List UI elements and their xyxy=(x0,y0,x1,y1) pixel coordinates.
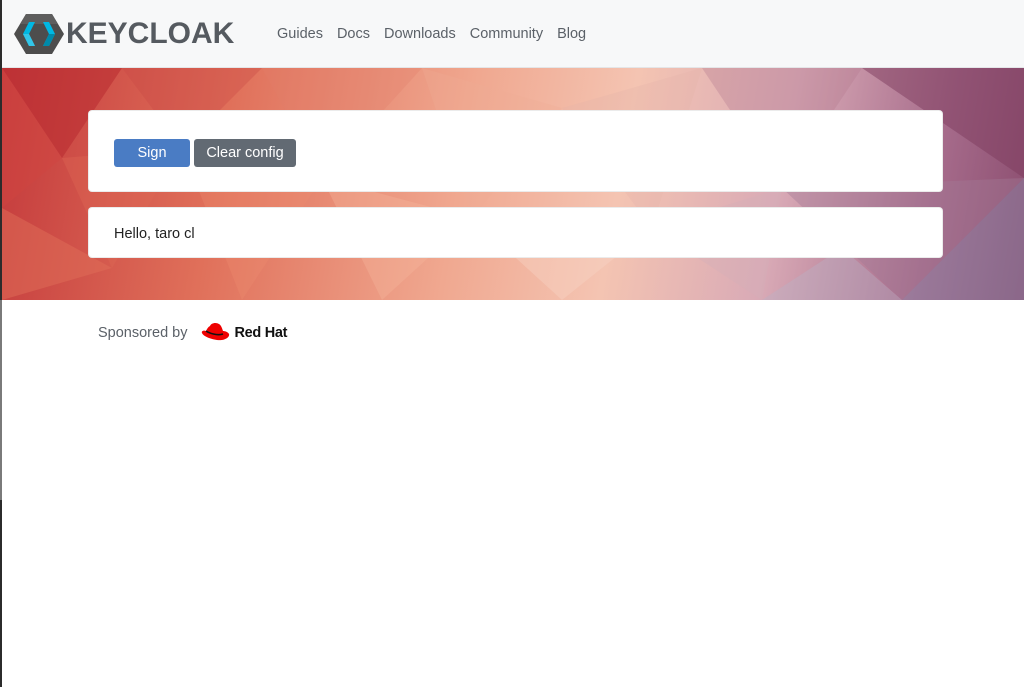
brand-logo[interactable]: KEYCLOAK xyxy=(14,12,234,56)
keycloak-logo-icon xyxy=(14,14,64,54)
sign-out-button[interactable]: Sign out xyxy=(114,139,190,189)
clear-config-button[interactable]: Clear config xyxy=(194,139,296,167)
brand-name: KEYCLOAK xyxy=(66,17,235,50)
hero-banner: Sign out Clear config Hello, taro cl xyxy=(2,68,1024,300)
nav-item-blog[interactable]: Blog xyxy=(550,24,593,44)
nav-item-downloads[interactable]: Downloads xyxy=(377,24,463,44)
actions-card: Sign out Clear config xyxy=(88,110,943,192)
page: KEYCLOAK Guides Docs Downloads Community… xyxy=(0,0,1024,687)
sponsor-name: Red Hat xyxy=(234,325,288,341)
navbar: KEYCLOAK Guides Docs Downloads Community… xyxy=(2,0,1024,68)
greeting-card: Hello, taro cl xyxy=(88,207,943,258)
redhat-fedora-icon xyxy=(202,322,230,341)
nav-item-community[interactable]: Community xyxy=(463,24,550,44)
sponsor-section: Sponsored by Red Hat xyxy=(98,322,287,344)
nav-item-docs[interactable]: Docs xyxy=(330,24,377,44)
greeting-text: Hello, taro cl xyxy=(114,226,195,242)
sponsored-by-label: Sponsored by xyxy=(98,325,188,341)
nav-item-guides[interactable]: Guides xyxy=(270,24,330,44)
redhat-logo[interactable]: Red Hat xyxy=(201,322,287,344)
nav-links: Guides Docs Downloads Community Blog xyxy=(270,24,593,44)
